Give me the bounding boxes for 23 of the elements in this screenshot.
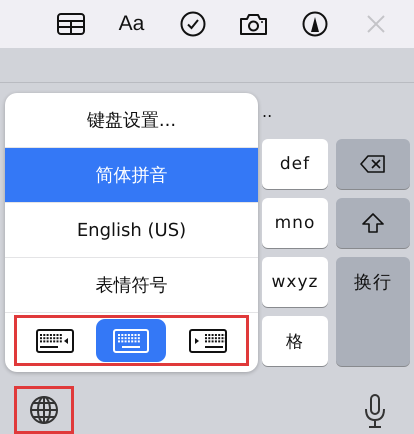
- menu-item[interactable]: 表情符号: [5, 258, 258, 313]
- return-key[interactable]: 换行: [336, 257, 410, 366]
- menu-item[interactable]: English (US): [5, 203, 258, 258]
- key[interactable]: def: [262, 139, 328, 189]
- shift-icon: [361, 212, 385, 234]
- camera-icon[interactable]: [239, 12, 268, 36]
- pen-circle-icon[interactable]: [302, 11, 328, 37]
- table-icon[interactable]: [56, 13, 84, 35]
- suggestion-text[interactable]: ..: [262, 102, 272, 120]
- delete-key[interactable]: [336, 139, 410, 189]
- key[interactable]: 格: [262, 316, 328, 366]
- text-format-button[interactable]: Aa: [118, 12, 144, 36]
- menu-item[interactable]: 简体拼音: [5, 148, 258, 203]
- keyboard-icon: [112, 328, 150, 352]
- microphone-icon[interactable]: [364, 394, 386, 428]
- key[interactable]: mno: [262, 198, 328, 248]
- keyboard-icon: [36, 328, 74, 352]
- checkmark-circle-icon[interactable]: [180, 11, 206, 37]
- shift-key[interactable]: [336, 198, 410, 248]
- keyboard-icon: [188, 328, 227, 352]
- globe-icon[interactable]: [29, 395, 59, 425]
- key[interactable]: wxyz: [262, 257, 328, 307]
- delete-icon: [360, 154, 386, 174]
